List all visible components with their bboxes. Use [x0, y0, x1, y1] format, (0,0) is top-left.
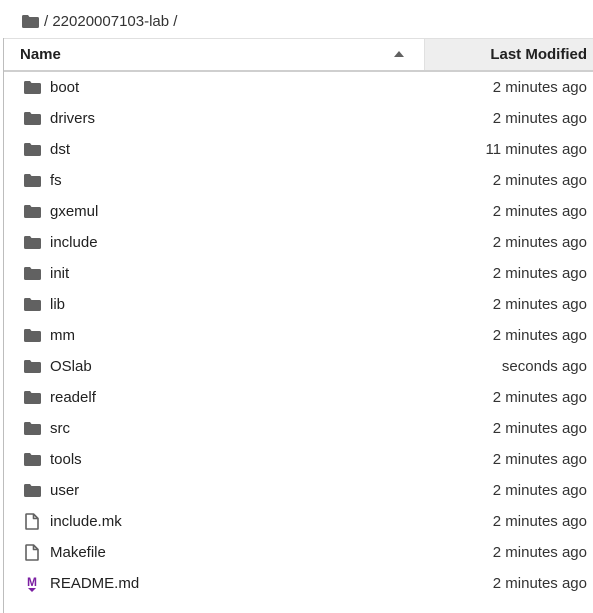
folder-icon [23, 296, 41, 314]
file-modified: 2 minutes ago [492, 327, 587, 344]
file-name: include.mk [50, 513, 122, 530]
folder-icon [23, 482, 41, 500]
file-row[interactable]: fs 2 minutes ago [4, 165, 593, 196]
file-row[interactable]: mm 2 minutes ago [4, 320, 593, 351]
sort-ascending-icon [394, 51, 404, 57]
file-name: lib [50, 296, 66, 313]
file-modified: 2 minutes ago [492, 544, 587, 561]
file-icon [23, 544, 41, 562]
folder-icon [23, 203, 41, 221]
file-row[interactable]: src 2 minutes ago [4, 413, 593, 444]
breadcrumb-path[interactable]: / 22020007103-lab / [44, 13, 177, 30]
file-name: boot [50, 79, 80, 96]
file-modified: 2 minutes ago [492, 451, 587, 468]
file-row[interactable]: tools 2 minutes ago [4, 444, 593, 475]
file-name: Makefile [50, 544, 106, 561]
file-row[interactable]: drivers 2 minutes ago [4, 103, 593, 134]
file-row[interactable]: gxemul 2 minutes ago [4, 196, 593, 227]
file-row[interactable]: user 2 minutes ago [4, 475, 593, 506]
file-name: fs [50, 172, 62, 189]
file-modified: 2 minutes ago [492, 203, 587, 220]
file-row[interactable]: include 2 minutes ago [4, 227, 593, 258]
file-modified: 11 minutes ago [485, 141, 587, 158]
file-row[interactable]: readelf 2 minutes ago [4, 382, 593, 413]
file-name: drivers [50, 110, 96, 127]
file-modified: 2 minutes ago [492, 296, 587, 313]
file-modified: 2 minutes ago [492, 79, 587, 96]
file-row[interactable]: dst 11 minutes ago [4, 134, 593, 165]
file-name: readelf [50, 389, 96, 406]
folder-icon [23, 141, 41, 159]
file-modified: seconds ago [501, 358, 587, 375]
folder-icon [23, 172, 41, 190]
file-modified: 2 minutes ago [492, 575, 587, 592]
folder-icon [23, 327, 41, 345]
file-row[interactable]: boot 2 minutes ago [4, 72, 593, 103]
svg-text:M: M [27, 575, 37, 589]
file-listing: Name Last Modified boot 2 minutes ago driv… [3, 38, 593, 613]
file-modified: 2 minutes ago [492, 172, 587, 189]
file-icon [23, 513, 41, 531]
file-row[interactable]: lib 2 minutes ago [4, 289, 593, 320]
file-modified: 2 minutes ago [492, 482, 587, 499]
folder-icon [23, 79, 41, 97]
file-modified: 2 minutes ago [492, 265, 587, 282]
file-name: include [50, 234, 98, 251]
folder-icon [22, 14, 39, 28]
breadcrumb[interactable]: / 22020007103-lab / [22, 9, 177, 33]
folder-icon [23, 265, 41, 283]
file-name: mm [50, 327, 75, 344]
file-modified: 2 minutes ago [492, 234, 587, 251]
folder-icon [23, 389, 41, 407]
folder-icon [23, 110, 41, 128]
folder-icon [23, 420, 41, 438]
file-name: tools [50, 451, 82, 468]
file-row[interactable]: include.mk 2 minutes ago [4, 506, 593, 537]
last-modified-column-header[interactable]: Last Modified [424, 39, 593, 70]
file-name: user [50, 482, 80, 499]
file-modified: 2 minutes ago [492, 420, 587, 437]
file-row[interactable]: Makefile 2 minutes ago [4, 537, 593, 568]
file-name: init [50, 265, 70, 282]
folder-icon [23, 451, 41, 469]
last-modified-header-label: Last Modified [490, 46, 587, 63]
markdown-icon: M [23, 575, 41, 593]
name-header-label: Name [20, 46, 61, 63]
file-name: README.md [50, 575, 140, 592]
folder-icon [23, 358, 41, 376]
file-modified: 2 minutes ago [492, 389, 587, 406]
folder-icon [23, 234, 41, 252]
file-list: boot 2 minutes ago drivers 2 minutes ago dst… [4, 72, 593, 599]
file-row[interactable]: OSlab seconds ago [4, 351, 593, 382]
file-name: gxemul [50, 203, 99, 220]
name-column-header[interactable]: Name [4, 39, 424, 70]
file-row[interactable]: M README.md 2 minutes ago [4, 568, 593, 599]
file-name: src [50, 420, 70, 437]
file-name: dst [50, 141, 71, 158]
file-modified: 2 minutes ago [492, 110, 587, 127]
file-modified: 2 minutes ago [492, 513, 587, 530]
listing-header: Name Last Modified [4, 38, 593, 72]
file-row[interactable]: init 2 minutes ago [4, 258, 593, 289]
file-name: OSlab [50, 358, 92, 375]
